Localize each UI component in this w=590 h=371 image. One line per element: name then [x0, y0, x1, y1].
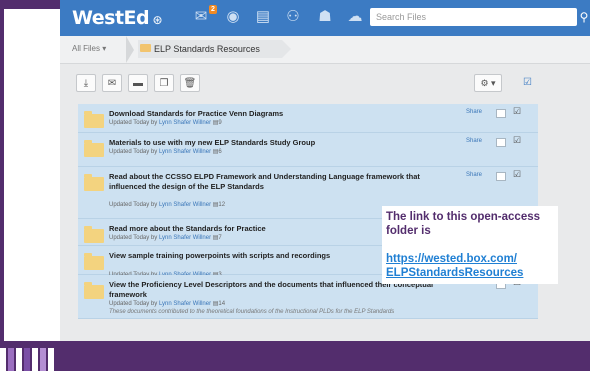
updated-prefix: Updated Today by [109, 120, 158, 126]
breadcrumb-all-files[interactable]: All Files ▾ [72, 44, 106, 53]
folder-title[interactable]: Download Standards for Practice Venn Dia… [109, 109, 449, 119]
file-count: 14 [218, 300, 226, 307]
row-checkbox[interactable]: ☑ [513, 135, 521, 146]
delete-button[interactable]: 🗑 [180, 74, 200, 92]
folder-row[interactable]: Materials to use with my new ELP Standar… [78, 133, 538, 167]
folder-icon [84, 282, 104, 299]
folder-icon [84, 111, 104, 128]
owner-link[interactable]: Lynn Shafer Willner [159, 301, 211, 307]
folder-description: These documents contributed to the theor… [109, 308, 395, 315]
folder-meta: Updated Today by Lynn Shafer Willner ▤14 [109, 300, 225, 307]
file-count: 7 [218, 235, 222, 241]
email-button[interactable]: ✉ [102, 74, 122, 92]
folder-icon [84, 253, 104, 270]
updates-icon[interactable]: ✉ [192, 8, 210, 26]
callout-link-line-2: ELPStandardsResources [386, 267, 524, 279]
slide-logo-stripes [0, 348, 54, 371]
owner-link[interactable]: Lynn Shafer Willner [159, 120, 211, 126]
owner-link[interactable]: Lynn Shafer Willner [159, 202, 211, 208]
folder-title[interactable]: Materials to use with my new ELP Standar… [109, 138, 449, 148]
breadcrumb-separator [126, 36, 134, 63]
owner-link[interactable]: Lynn Shafer Willner [159, 149, 211, 155]
logo-stripe [48, 348, 54, 371]
folder-meta: Updated Today by Lynn Shafer Willner ▤6 [109, 148, 222, 155]
folder-title[interactable]: Read about the CCSSO ELPD Framework and … [109, 172, 449, 191]
move-button[interactable]: ▬ [128, 74, 148, 92]
logo-stripe [32, 348, 38, 371]
callout-link-line-1: https://wested.box.com/ [386, 253, 517, 265]
wested-logo[interactable]: WestEd ⊛ [72, 7, 163, 29]
row-checkbox[interactable]: ☑ [513, 169, 521, 180]
updated-prefix: Updated Today by [109, 202, 158, 208]
row-menu-button[interactable] [496, 172, 506, 181]
slide-bottom-bar [0, 341, 590, 371]
file-count: 12 [218, 202, 226, 208]
groups-icon[interactable]: ☗ [316, 8, 334, 26]
search-input[interactable]: Search Files [370, 8, 577, 26]
owner-link[interactable]: Lynn Shafer Willner [159, 235, 211, 241]
explore-icon[interactable]: ◉ [224, 8, 242, 26]
callout-link[interactable]: https://wested.box.com/ ELPStandardsReso… [386, 252, 523, 280]
share-link[interactable]: Share [466, 172, 482, 178]
settings-button[interactable]: ⚙ ▾ [474, 74, 502, 92]
folder-meta: Updated Today by Lynn Shafer Willner ▤12 [109, 201, 225, 208]
updated-prefix: Updated Today by [109, 235, 158, 241]
row-menu-button[interactable] [496, 138, 506, 147]
callout-text: The link to this open-access folder is [386, 211, 541, 237]
select-all-checkbox[interactable]: ☑ [523, 77, 532, 88]
row-checkbox[interactable]: ☑ [513, 106, 521, 117]
file-toolbar: ⤓ ✉ ▬ ❐ 🗑 ⚙ ▾ ☑ [60, 64, 590, 104]
row-menu-button[interactable] [496, 109, 506, 118]
logo-stripe [0, 348, 6, 371]
search-icon[interactable]: ⚲ [577, 8, 590, 26]
folder-icon [84, 140, 104, 157]
download-button[interactable]: ⤓ [76, 74, 96, 92]
folder-meta: Updated Today by Lynn Shafer Willner ▤7 [109, 234, 222, 241]
folder-meta: Updated Today by Lynn Shafer Willner ▤9 [109, 119, 222, 126]
folder-icon [84, 174, 104, 191]
copy-button[interactable]: ❐ [154, 74, 174, 92]
files-icon[interactable]: ▤ [254, 8, 272, 26]
file-count: 9 [218, 120, 222, 126]
logo-stripe [40, 348, 46, 371]
logo-stripe [24, 348, 30, 371]
box-file-browser: WestEd ⊛ ✉ 2 ◉ ▤ ⚇ ☗ ☁ Search Files ⚲ Al… [60, 0, 590, 341]
folder-icon [140, 44, 151, 52]
notification-badge: 2 [209, 5, 217, 14]
breadcrumb: All Files ▾ ELP Standards Resources [60, 36, 590, 64]
people-icon[interactable]: ⚇ [284, 8, 302, 26]
share-link[interactable]: Share [466, 109, 482, 115]
breadcrumb-current-folder[interactable]: ELP Standards Resources [138, 40, 291, 58]
logo-stripe [16, 348, 22, 371]
file-count: 6 [218, 149, 222, 155]
cloud-icon[interactable]: ☁ [346, 8, 364, 26]
slide-left-border [0, 9, 4, 341]
top-navigation: WestEd ⊛ ✉ 2 ◉ ▤ ⚇ ☗ ☁ Search Files ⚲ [60, 0, 590, 36]
folder-row[interactable]: Download Standards for Practice Venn Dia… [78, 104, 538, 133]
logo-stripe [8, 348, 14, 371]
open-access-callout: The link to this open-access folder is h… [382, 206, 558, 284]
updated-prefix: Updated Today by [109, 149, 158, 155]
updated-prefix: Updated Today by [109, 300, 158, 307]
folder-icon [84, 226, 104, 243]
share-link[interactable]: Share [466, 138, 482, 144]
